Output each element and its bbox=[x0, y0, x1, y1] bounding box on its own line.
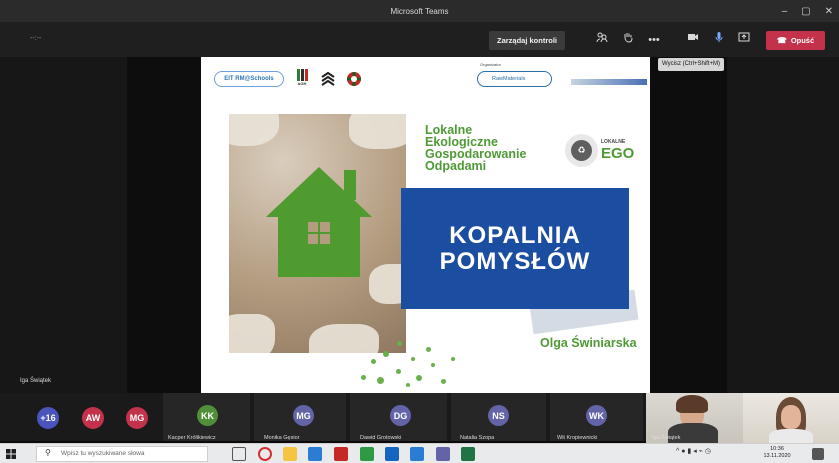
microphone-icon[interactable] bbox=[709, 30, 729, 50]
participant-name: Dawid Grotowski bbox=[360, 435, 402, 441]
avatar: KK bbox=[197, 405, 218, 426]
clock-time: 10:36 bbox=[770, 446, 784, 452]
pdf-app-icon[interactable] bbox=[334, 447, 348, 461]
task-view-icon[interactable] bbox=[232, 447, 246, 461]
title-line-4: Odpadami bbox=[425, 159, 487, 173]
participant-name: Wit Kropiewnicki bbox=[557, 435, 598, 441]
participant-name: Natalia Szopa bbox=[460, 435, 495, 441]
headline-line-2: POMYSŁÓW bbox=[439, 247, 591, 275]
stage-right-panel bbox=[727, 57, 839, 393]
ego-logo: ♻ bbox=[565, 134, 598, 167]
shared-slide: EIT RM@Schools AGH Organizator RawMateri… bbox=[201, 57, 650, 393]
windows-taskbar: Wpisz tu wyszukiwane słowa ⚲ ^ ● ▮ ◂ ⌁ ◷… bbox=[0, 443, 839, 463]
more-participants-badge[interactable]: +16 bbox=[37, 407, 59, 429]
author-name: Olga Świniarska bbox=[540, 336, 637, 350]
participants-icon[interactable] bbox=[592, 30, 612, 50]
window-title: Microsoft Teams bbox=[390, 6, 449, 16]
system-tray[interactable]: ^ ● ▮ ◂ ⌁ ◷ bbox=[676, 447, 711, 455]
search-icon: ⚲ bbox=[45, 448, 51, 457]
participant-name: Kacper Królikiewicz bbox=[168, 435, 216, 441]
clock-date: 13.11.2020 bbox=[763, 453, 791, 459]
leave-label: Opuść bbox=[790, 36, 815, 45]
window-controls: – ▢ ✕ bbox=[782, 0, 833, 22]
avatar[interactable]: AW bbox=[82, 407, 104, 429]
camera-icon[interactable] bbox=[683, 30, 703, 50]
excel-icon[interactable] bbox=[461, 447, 475, 461]
outlook-icon[interactable] bbox=[410, 447, 424, 461]
participant-name: Monika Gęsior bbox=[264, 435, 300, 441]
mail-icon[interactable] bbox=[308, 447, 322, 461]
self-video-feed[interactable] bbox=[743, 393, 839, 443]
avatar: WK bbox=[586, 405, 607, 426]
meeting-timer: --:-- bbox=[30, 35, 42, 42]
recycle-icon: ♻ bbox=[571, 140, 592, 161]
organizer-logo: RawMaterials bbox=[477, 71, 552, 87]
headline-box: KOPALNIA POMYSŁÓW bbox=[401, 188, 629, 309]
house-photo bbox=[229, 114, 406, 353]
speaker-name: Iga Świątek bbox=[20, 378, 52, 384]
organizer-bar bbox=[571, 79, 647, 85]
organizer-caption: Organizator bbox=[480, 62, 501, 67]
chevron-logo-icon bbox=[320, 71, 336, 87]
agh-logo: AGH bbox=[294, 69, 310, 89]
teams-window: Microsoft Teams – ▢ ✕ --:-- Zarządaj kon… bbox=[0, 0, 839, 463]
ego-big-text: EGO bbox=[601, 145, 635, 162]
more-options-icon[interactable]: ••• bbox=[644, 30, 664, 50]
slide-title: Lokalne Ekologiczne Gospodarowanie Odpad… bbox=[425, 124, 526, 173]
avatar: MG bbox=[293, 405, 314, 426]
mute-tooltip: Wycisz (Ctrl+Shift+M) bbox=[658, 58, 724, 71]
partner-logos: EIT RM@Schools AGH bbox=[214, 69, 362, 89]
windows-start-icon[interactable] bbox=[6, 449, 16, 459]
shield-logo-icon bbox=[346, 71, 362, 87]
raise-hand-icon[interactable] bbox=[618, 30, 638, 50]
opera-icon[interactable] bbox=[258, 447, 272, 461]
phone-icon: ☎ bbox=[776, 36, 787, 45]
leave-button[interactable]: ☎ Opuść bbox=[766, 31, 825, 50]
notification-icon[interactable] bbox=[812, 448, 824, 460]
maximize-button[interactable]: ▢ bbox=[801, 6, 810, 17]
control-button[interactable]: Zarządaj kontroli bbox=[489, 31, 566, 50]
green-house-icon bbox=[266, 167, 372, 277]
taskbar-clock[interactable]: 10:36 13.11.2020 bbox=[762, 446, 792, 460]
taskbar-search-input[interactable]: Wpisz tu wyszukiwane słowa bbox=[36, 446, 208, 462]
minimize-button[interactable]: – bbox=[782, 6, 788, 17]
avatar: NS bbox=[488, 405, 509, 426]
agh-label: AGH bbox=[297, 81, 307, 86]
teams-icon[interactable] bbox=[436, 447, 450, 461]
headline-line-1: KOPALNIA bbox=[449, 221, 581, 249]
close-button[interactable]: ✕ bbox=[825, 6, 833, 17]
word-icon[interactable] bbox=[385, 447, 399, 461]
avatar[interactable]: MG bbox=[126, 407, 148, 429]
share-screen-icon[interactable] bbox=[734, 30, 754, 50]
green-app-icon[interactable] bbox=[360, 447, 374, 461]
file-explorer-icon[interactable] bbox=[283, 447, 297, 461]
video-participant-name: Iga Świątek bbox=[652, 435, 681, 441]
rm-schools-logo: EIT RM@Schools bbox=[214, 71, 284, 87]
title-bar: Microsoft Teams – ▢ ✕ bbox=[0, 0, 839, 22]
stage-left-panel bbox=[0, 57, 127, 393]
meeting-toolbar: --:-- Zarządaj kontroli ••• ☎ Opuść bbox=[0, 22, 839, 57]
avatar: DG bbox=[390, 405, 411, 426]
